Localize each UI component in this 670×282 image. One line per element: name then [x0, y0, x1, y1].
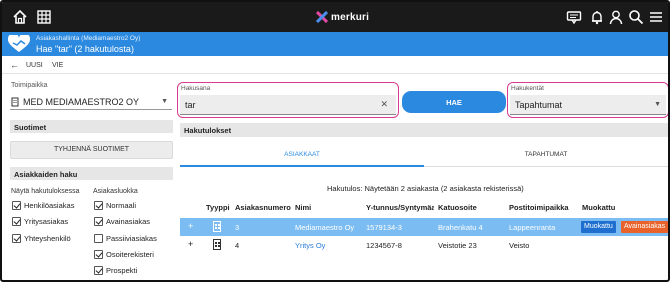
back-arrow-icon[interactable]: ←: [10, 60, 19, 70]
brand-name: merkuri: [331, 11, 370, 23]
customer-heart-icon: [7, 33, 31, 53]
show-in-results-label: Näytä hakutuloksessa: [11, 188, 80, 195]
expand-row-button[interactable]: +: [188, 239, 193, 249]
search-icon[interactable]: [628, 9, 644, 25]
column-header-city[interactable]: Postitoimipaikka: [509, 203, 569, 212]
checkbox-box[interactable]: [12, 234, 21, 243]
table-row[interactable]: + 4 Yritys Oy 1234567-8 Veistotie 23 Vei…: [180, 236, 668, 254]
checkbox-box[interactable]: [94, 234, 103, 243]
search-fields-select[interactable]: Hakukentät Tapahtumat ▼: [507, 82, 668, 118]
expand-row-button[interactable]: +: [188, 221, 193, 231]
checkbox-label: Normaali: [106, 201, 137, 210]
breadcrumb[interactable]: Asiakashallinta (Mediamaestro2 Oy): [36, 35, 140, 42]
column-header-type[interactable]: Tyyppi: [206, 203, 230, 212]
results-summary: Hakutulos: Näytetään 2 asiakasta (2 asia…: [327, 184, 524, 193]
home-icon[interactable]: [12, 9, 28, 25]
top-bar: merkuri: [2, 2, 668, 32]
app-window: merkuri Asiakashallinta (Mediamaestro2 O…: [0, 0, 670, 282]
company-building-icon: [213, 221, 221, 232]
checkbox-yritysasiakas[interactable]: Yritysasiakas: [12, 217, 68, 226]
checkbox-box[interactable]: [94, 266, 103, 275]
page-header: Asiakashallinta (Mediamaestro2 Oy) Hae "…: [2, 32, 668, 56]
results-section-title: Hakutulokset: [180, 123, 668, 137]
checkbox-passiiviasiakas[interactable]: Passiiviasiakas: [94, 234, 157, 243]
street-address: Veistotie 23: [438, 241, 477, 250]
postal-city: Veisto: [509, 241, 530, 250]
checkbox-prospekti[interactable]: Prospekti: [94, 266, 137, 275]
checkbox-avainasiakas[interactable]: Avainasiakas: [94, 217, 150, 226]
clear-icon[interactable]: ✕: [380, 99, 388, 110]
tab-divider: [424, 166, 668, 167]
search-term-value: tar: [185, 100, 196, 110]
checkbox-osoiterekisteri[interactable]: Osoiterekisteri: [94, 250, 154, 259]
customer-search-section-title: Asiakkaiden haku: [10, 167, 173, 180]
chevron-down-icon: ▼: [161, 98, 168, 105]
checkbox-label: Avainasiakas: [106, 217, 151, 226]
checkbox-henkiloasiakas[interactable]: Henkilöasiakas: [12, 201, 74, 210]
merkuri-logo-icon: [315, 10, 329, 24]
customer-number: 3: [235, 223, 240, 232]
menu-icon[interactable]: [648, 9, 664, 25]
grid-icon[interactable]: [36, 9, 52, 25]
chevron-down-icon: ▼: [654, 101, 661, 108]
user-icon[interactable]: [608, 9, 624, 25]
active-tab-indicator: [180, 165, 424, 167]
filters-section-title: Suotimet: [10, 120, 173, 133]
checkbox-label: Osoiterekisteri: [106, 250, 154, 259]
new-button[interactable]: UUSI: [26, 62, 43, 69]
customer-name-link[interactable]: Mediamaestro Oy: [295, 223, 354, 232]
customer-number: 4: [235, 241, 240, 250]
customer-name-link[interactable]: Yritys Oy: [295, 241, 325, 250]
modified-button[interactable]: Muokattu: [581, 221, 616, 233]
page-title: Hae "tar" (2 hakutulosta): [36, 44, 134, 54]
bell-icon[interactable]: [589, 9, 605, 25]
checkbox-box[interactable]: [94, 250, 103, 259]
search-fields-value: Tapahtumat: [515, 100, 563, 110]
chat-icon[interactable]: [566, 9, 582, 25]
business-id: 1234567-8: [366, 241, 402, 250]
column-header-street[interactable]: Katuosoite: [438, 203, 477, 212]
search-term-field[interactable]: Hakusana tar ✕: [177, 82, 399, 118]
company-building-icon: [213, 239, 221, 250]
org-value: MED MEDIAMAESTRO2 OY: [23, 97, 140, 107]
checkbox-yhteyshenkilo[interactable]: Yhteyshenkilö: [12, 234, 71, 243]
org-label: Toimipaikka: [11, 82, 48, 89]
column-header-number[interactable]: Asiakasnumero: [235, 203, 291, 212]
search-button[interactable]: HAE: [402, 91, 506, 113]
street-address: Brahenkatu 4: [438, 223, 483, 232]
brand-logo: merkuri: [315, 10, 370, 24]
building-icon: [10, 97, 20, 109]
customer-class-label: Asiakasluokka: [93, 188, 138, 195]
checkbox-box[interactable]: [94, 201, 103, 210]
column-header-name[interactable]: Nimi: [295, 203, 311, 212]
checkbox-label: Prospekti: [106, 266, 138, 275]
tab-tapahtumat[interactable]: TAPAHTUMAT: [424, 151, 668, 158]
checkbox-label: Yritysasiakas: [24, 217, 69, 226]
clear-filters-button[interactable]: TYHJENNÄ SUOTIMET: [10, 141, 173, 159]
column-header-modified[interactable]: Muokattu: [582, 203, 615, 212]
checkbox-label: Yhteyshenkilö: [24, 234, 71, 243]
postal-city: Lappeenranta: [509, 223, 556, 232]
table-row[interactable]: + 3 Mediamaestro Oy 1579134-3 Brahenkatu…: [180, 218, 668, 236]
checkbox-normaali[interactable]: Normaali: [94, 201, 136, 210]
checkbox-box[interactable]: [12, 201, 21, 210]
search-term-input-area[interactable]: tar ✕: [180, 95, 396, 115]
search-term-label: Hakusana: [181, 85, 211, 92]
checkbox-box[interactable]: [12, 217, 21, 226]
search-fields-label: Hakukentät: [511, 85, 544, 92]
column-header-ytunnus[interactable]: Y-tunnus/Syntymäaika: [366, 203, 434, 212]
checkbox-label: Passiiviasiakas: [106, 234, 157, 243]
checkbox-label: Henkilöasiakas: [24, 201, 75, 210]
search-fields-input-area[interactable]: Tapahtumat ▼: [510, 95, 666, 115]
key-customer-badge: Avainasiakas: [621, 221, 668, 233]
export-button[interactable]: VIE: [52, 62, 63, 69]
toolbar: ← UUSI VIE: [2, 56, 668, 74]
tab-asiakkaat[interactable]: ASIAKKAAT: [180, 151, 424, 158]
business-id: 1579134-3: [366, 223, 402, 232]
org-select[interactable]: MED MEDIAMAESTRO2 OY ▼: [10, 94, 172, 110]
checkbox-box[interactable]: [94, 217, 103, 226]
